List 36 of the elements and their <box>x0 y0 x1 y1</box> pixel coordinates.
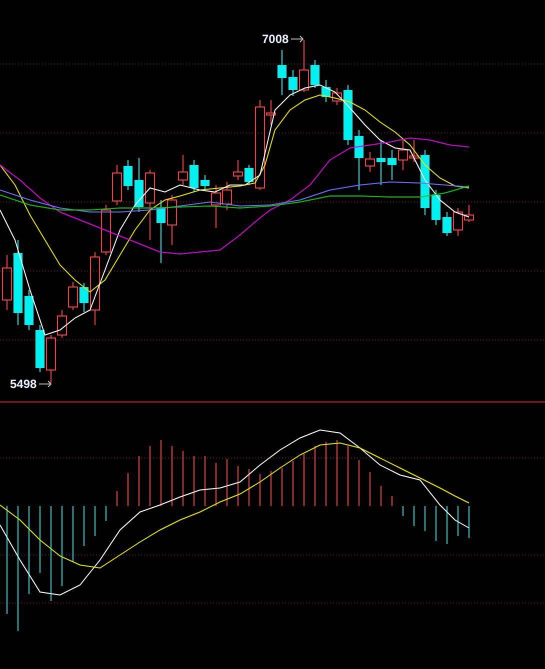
candlestick <box>442 212 452 236</box>
arrow-icon <box>290 35 305 43</box>
candlestick <box>354 130 364 190</box>
candlestick <box>24 290 34 330</box>
candlestick <box>398 140 408 170</box>
candlestick <box>299 40 309 92</box>
candlestick <box>134 158 144 212</box>
candlestick <box>409 140 419 162</box>
arrow-icon <box>38 380 53 388</box>
candlestick <box>332 88 342 106</box>
price-label: 7008 <box>262 33 289 45</box>
candlestick <box>310 60 320 88</box>
candlestick <box>344 84 352 146</box>
candlestick <box>112 164 122 206</box>
candlestick <box>388 150 396 180</box>
candlestick <box>68 282 78 310</box>
candlestick <box>420 150 430 216</box>
candlestick <box>365 152 375 172</box>
candlestick <box>156 200 166 264</box>
candlestick <box>432 190 440 226</box>
candlestick <box>322 80 330 102</box>
candlestick <box>200 174 210 190</box>
price-label: 5498 <box>10 378 37 390</box>
candlestick <box>36 324 44 372</box>
candlestick <box>145 170 155 240</box>
candlestick <box>80 282 88 312</box>
candlestick <box>233 160 243 180</box>
candlestick <box>244 164 254 186</box>
candlestick <box>124 160 132 190</box>
candlestick <box>376 140 386 186</box>
candlestick <box>278 50 286 96</box>
candlestick <box>190 160 198 192</box>
candlestick <box>167 194 177 246</box>
candlestick <box>178 154 188 186</box>
candlestick <box>2 254 12 310</box>
candlestick <box>288 70 298 96</box>
